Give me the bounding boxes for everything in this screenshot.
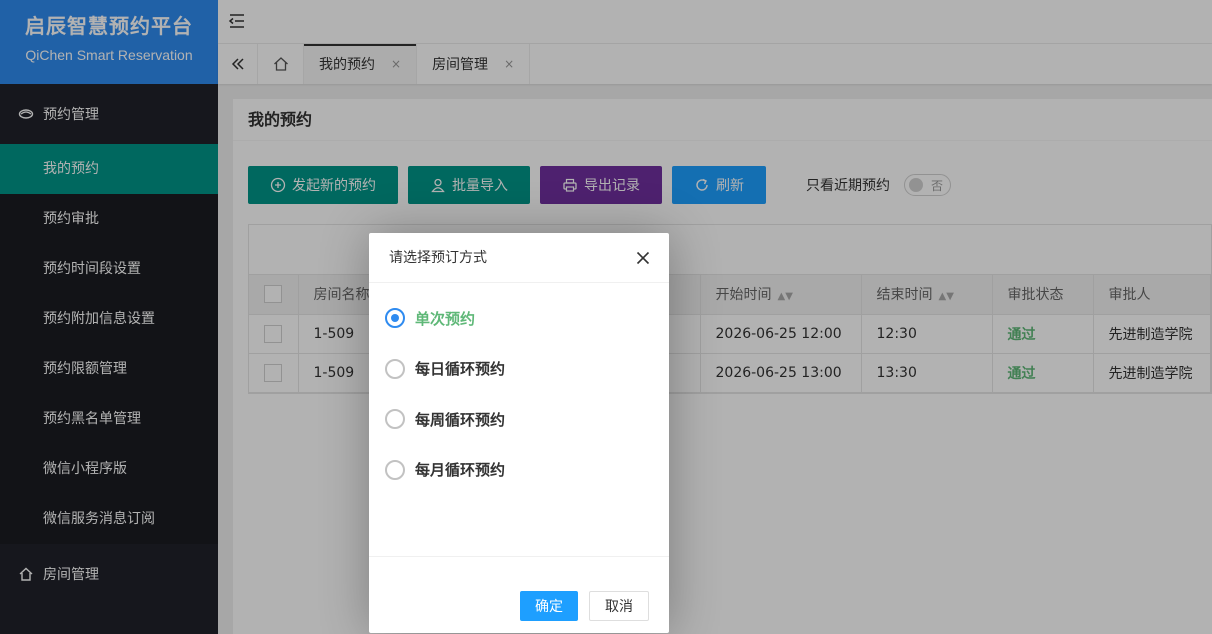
radio-label: 单次预约 [415, 309, 476, 328]
booking-type-dialog: 请选择预订方式 单次预约 每日循环预约 每周循环预约 每月循环预约 确定 取消 [369, 233, 669, 633]
radio-checked-icon[interactable] [385, 308, 405, 329]
radio-unchecked-icon[interactable] [385, 358, 405, 379]
radio-daily-recurring[interactable]: 每日循环预约 [369, 344, 669, 395]
radio-label: 每周循环预约 [415, 410, 506, 429]
radio-label: 每月循环预约 [415, 461, 506, 480]
booking-type-options: 单次预约 每日循环预约 每周循环预约 每月循环预约 [369, 283, 669, 557]
radio-monthly-recurring[interactable]: 每月循环预约 [369, 445, 669, 496]
radio-weekly-recurring[interactable]: 每周循环预约 [369, 394, 669, 445]
radio-single-booking[interactable]: 单次预约 [369, 293, 669, 344]
cancel-button[interactable]: 取消 [589, 591, 649, 621]
close-icon[interactable] [633, 248, 653, 268]
radio-label: 每日循环预约 [415, 360, 506, 379]
dialog-title: 请选择预订方式 [389, 250, 487, 266]
dialog-buttons: 确定 取消 [509, 591, 649, 621]
dialog-title-bar: 请选择预订方式 [369, 233, 669, 283]
confirm-button[interactable]: 确定 [520, 591, 578, 621]
radio-unchecked-icon[interactable] [385, 459, 405, 480]
radio-unchecked-icon[interactable] [385, 409, 405, 430]
